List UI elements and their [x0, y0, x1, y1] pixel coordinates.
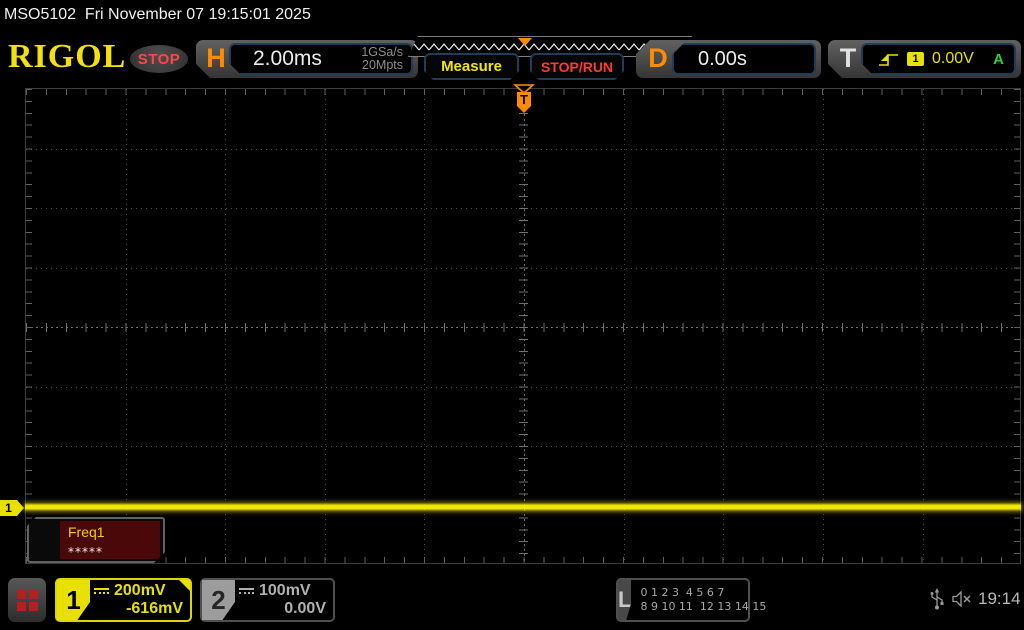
- rigol-logo: RIGOL: [8, 38, 127, 75]
- menu-button[interactable]: [8, 578, 46, 622]
- active-channel-notch: [179, 580, 190, 591]
- acquisition-status-badge: STOP: [130, 45, 188, 73]
- oscilloscope-screen: MSO5102 Fri November 07 19:15:01 2025 RI…: [0, 0, 1024, 630]
- measurement-value: *****: [68, 545, 103, 559]
- graticule: [25, 88, 1021, 564]
- delay-value: 0.00s: [698, 47, 747, 70]
- timebase-value: 2.00ms: [253, 47, 322, 70]
- horizontal-panel[interactable]: H 2.00ms 1GSa/s 20Mpts: [196, 40, 418, 78]
- channel-1-tab[interactable]: 1: [57, 580, 90, 620]
- trigger-label: T: [839, 43, 857, 73]
- stop-run-button[interactable]: STOP/RUN: [530, 53, 624, 80]
- ch2-scale: 100mV: [259, 582, 311, 599]
- measurement-name: Freq1: [68, 524, 105, 540]
- measurement-box-freq1[interactable]: Freq1 *****: [27, 517, 165, 563]
- horizontal-label: H: [206, 43, 226, 73]
- measure-button[interactable]: Measure: [424, 53, 519, 80]
- timebase-box[interactable]: 2.00ms 1GSa/s 20Mpts: [229, 43, 413, 75]
- trigger-level: 0.00V: [932, 50, 974, 67]
- rising-edge-trigger-icon: [877, 51, 899, 68]
- ch1-waveform-trace: [25, 503, 1021, 511]
- channel-2-tab[interactable]: 2: [202, 580, 235, 620]
- delay-box[interactable]: 0.00s: [672, 43, 816, 75]
- digital-channels-row1: 0 1 2 3 4 5 6 7: [640, 586, 725, 599]
- grid-menu-icon: [16, 589, 38, 611]
- trigger-sweep-mode: A: [993, 50, 1004, 68]
- trigger-source-badge: 1: [907, 52, 924, 66]
- ch1-scale: 200mV: [114, 582, 166, 599]
- trigger-panel[interactable]: T 1 0.00V A: [828, 40, 1021, 78]
- logic-analyzer-status[interactable]: L 0 1 2 3 4 5 6 7 8 9 10 11 12 13 14 15: [616, 578, 766, 622]
- ch1-ground-marker[interactable]: 1: [0, 500, 24, 516]
- usb-icon: [930, 588, 944, 610]
- delay-label: D: [648, 43, 668, 73]
- device-title-datetime: MSO5102 Fri November 07 19:15:01 2025: [4, 6, 311, 23]
- clock: 19:14: [978, 589, 1021, 608]
- preview-trigger-position-icon[interactable]: [518, 38, 532, 46]
- ch1-offset: -616mV: [126, 600, 183, 617]
- dc-coupling-icon: [239, 588, 254, 594]
- svg-text:T: T: [520, 92, 528, 107]
- delay-panel[interactable]: D 0.00s: [636, 40, 821, 78]
- memory-depth: 20Mpts: [362, 58, 403, 72]
- sample-rate: 1GSa/s: [361, 44, 403, 59]
- digital-channels-row2: 8 9 10 11 12 13 14 15: [640, 600, 767, 613]
- trigger-position-marker[interactable]: T: [513, 84, 535, 114]
- channel-2-status[interactable]: 2 100mV 0.00V: [200, 578, 335, 622]
- channel-1-status[interactable]: 1 200mV -616mV: [55, 578, 192, 622]
- dc-coupling-icon: [94, 588, 109, 594]
- ch2-offset: 0.00V: [284, 600, 326, 617]
- logic-analyzer-tab[interactable]: L: [618, 580, 632, 620]
- muted-speaker-icon[interactable]: [951, 591, 973, 607]
- trigger-box[interactable]: 1 0.00V A: [861, 43, 1016, 75]
